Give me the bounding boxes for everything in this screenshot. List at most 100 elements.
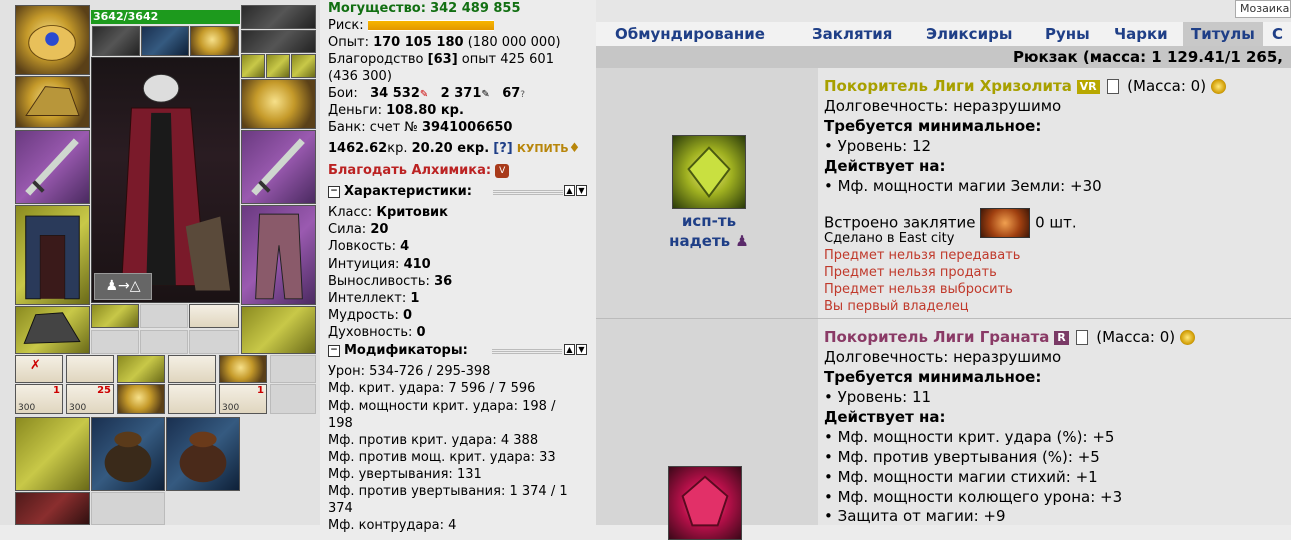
rune-slot-5[interactable] [140, 330, 188, 354]
scroll-slot-1[interactable]: ✗ [15, 355, 63, 383]
wis-value: 0 [403, 308, 413, 323]
buy-button[interactable]: КУПИТЬ [517, 142, 569, 155]
item-mass: (Масса: 0) [1096, 328, 1176, 346]
helmet-slot[interactable] [15, 5, 90, 75]
rune-slot-3[interactable] [189, 304, 239, 328]
belt-slot[interactable] [92, 26, 140, 56]
boots-slot[interactable] [15, 306, 90, 354]
rune-slot-4[interactable] [91, 330, 139, 354]
rune-slot-6[interactable] [189, 330, 239, 354]
bag-slot-4[interactable] [15, 492, 90, 525]
bag-slot-1[interactable] [15, 417, 90, 491]
mods-collapse-icon[interactable]: − [328, 344, 340, 357]
move-up-icon[interactable]: ▲ [564, 185, 575, 196]
hp-bar: 3642/3642 [91, 10, 240, 24]
help-link[interactable]: [?] [493, 141, 512, 156]
scroll-subcount-3: 300 [222, 403, 240, 413]
tab-spells[interactable]: Заклятия [812, 22, 892, 46]
bag-slot-3[interactable] [166, 417, 240, 491]
item-mass: (Масса: 0) [1127, 77, 1207, 95]
bag-slot-5[interactable] [91, 492, 165, 525]
scroll-slot-11[interactable]: 1 300 [219, 384, 267, 414]
mods-up-icon[interactable]: ▲ [564, 344, 575, 355]
amulet-slot[interactable] [141, 26, 189, 56]
tab-more[interactable]: С [1272, 22, 1283, 46]
pants-slot[interactable] [241, 205, 316, 305]
exp-line: Опыт: 170 105 180 (180 000 000) [328, 34, 561, 52]
chars-header[interactable]: − Характеристики: [328, 184, 472, 199]
mod-anti-dodge-2: 374 [328, 501, 353, 516]
item-effect: • Мф. мощности колющего урона: +3 [824, 488, 1123, 506]
scroll-slot-5[interactable] [219, 355, 267, 383]
mods-header[interactable]: − Модификаторы: [328, 343, 468, 358]
class-line: Класс: Критовик [328, 204, 448, 222]
scroll-slot-12[interactable] [270, 384, 316, 414]
scroll-slot-10[interactable] [168, 384, 216, 414]
left-weapon-slot[interactable] [15, 130, 90, 204]
armor-slot[interactable] [15, 205, 90, 305]
medal-icon [1210, 79, 1226, 94]
necklace-slot[interactable] [241, 30, 316, 53]
agi-line: Ловкость: 4 [328, 238, 409, 256]
ring-slot-1[interactable] [241, 54, 265, 78]
collapse-icon[interactable]: − [328, 185, 340, 198]
risk-line: Риск: [328, 17, 494, 35]
copy-icon[interactable] [1076, 330, 1089, 345]
mosaic-button[interactable]: Мозаика [1235, 0, 1291, 18]
item-title[interactable]: Покоритель Лиги Граната [824, 328, 1049, 346]
ring-slot-top[interactable] [190, 26, 239, 56]
gloves-slot[interactable] [241, 79, 316, 129]
move-down-icon[interactable]: ▼ [576, 185, 587, 196]
risk-bar [367, 20, 494, 31]
bracers-slot[interactable] [15, 76, 90, 128]
blessing-icon[interactable]: V [495, 163, 510, 178]
intel-value: 1 [410, 291, 420, 306]
spell-icon[interactable] [980, 208, 1031, 238]
power-line: Могущество: 342 489 855 [328, 0, 521, 18]
losses-value: 2 371 [440, 86, 482, 101]
end-label: Выносливость: [328, 274, 430, 289]
hp-text: 3642/3642 [93, 10, 159, 23]
chrysolite-icon[interactable] [672, 135, 746, 209]
ring-slot-3[interactable] [291, 54, 316, 78]
tab-elixirs[interactable]: Эликсиры [926, 22, 1012, 46]
inventory-item: Покоритель Лиги Граната R (Масса: 0) Дол… [596, 319, 1291, 540]
use-link[interactable]: исп-ть [649, 212, 769, 230]
scroll-slot-6[interactable] [270, 355, 316, 383]
tab-equipment[interactable]: Обмундирование [615, 22, 765, 46]
right-weapon-slot[interactable] [241, 130, 316, 204]
mod-anti-crit: Мф. против крит. удара: 4 388 [328, 433, 539, 448]
int-label: Интуиция: [328, 257, 400, 272]
bank-line: Банк: счет № 3941006650 [328, 119, 512, 137]
rarity-badge: R [1054, 330, 1069, 345]
tab-runes[interactable]: Руны [1045, 22, 1090, 46]
shield-slot[interactable] [241, 306, 316, 354]
mods-title: Модификаторы: [344, 343, 468, 358]
scroll-slot-7[interactable]: 1 300 [15, 384, 63, 414]
mod-damage: Урон: 534-726 / 295-398 [328, 364, 491, 379]
exp-label: Опыт: [328, 35, 369, 50]
rune-slot-2[interactable] [140, 304, 188, 328]
tab-titles[interactable]: Титулы [1183, 22, 1263, 46]
tab-charms[interactable]: Чарки [1114, 22, 1168, 46]
scroll-slot-4[interactable] [168, 355, 216, 383]
exp-next: (180 000 000) [467, 35, 561, 50]
wear-link[interactable]: надеть ♟ [649, 232, 769, 250]
mods-down-icon[interactable]: ▼ [576, 344, 587, 355]
embedded-count: 0 шт. [1035, 213, 1077, 232]
earrings-slot[interactable] [241, 5, 316, 29]
undress-button[interactable]: ♟→△ [94, 273, 152, 300]
end-line: Выносливость: 36 [328, 273, 452, 291]
bag-slot-2[interactable] [91, 417, 165, 491]
str-label: Сила: [328, 222, 367, 237]
rune-slot-1[interactable] [91, 304, 139, 328]
copy-icon[interactable] [1107, 79, 1120, 94]
item-title[interactable]: Покоритель Лиги Хризолита [824, 77, 1072, 95]
scroll-slot-2[interactable] [66, 355, 114, 383]
scroll-slot-9[interactable] [117, 384, 165, 414]
scroll-slot-3[interactable] [117, 355, 165, 383]
garnet-icon[interactable] [668, 466, 742, 540]
ring-slot-2[interactable] [266, 54, 290, 78]
mod-counter: Мф. контрудара: 4 [328, 518, 457, 533]
scroll-slot-8[interactable]: 25 300 [66, 384, 114, 414]
